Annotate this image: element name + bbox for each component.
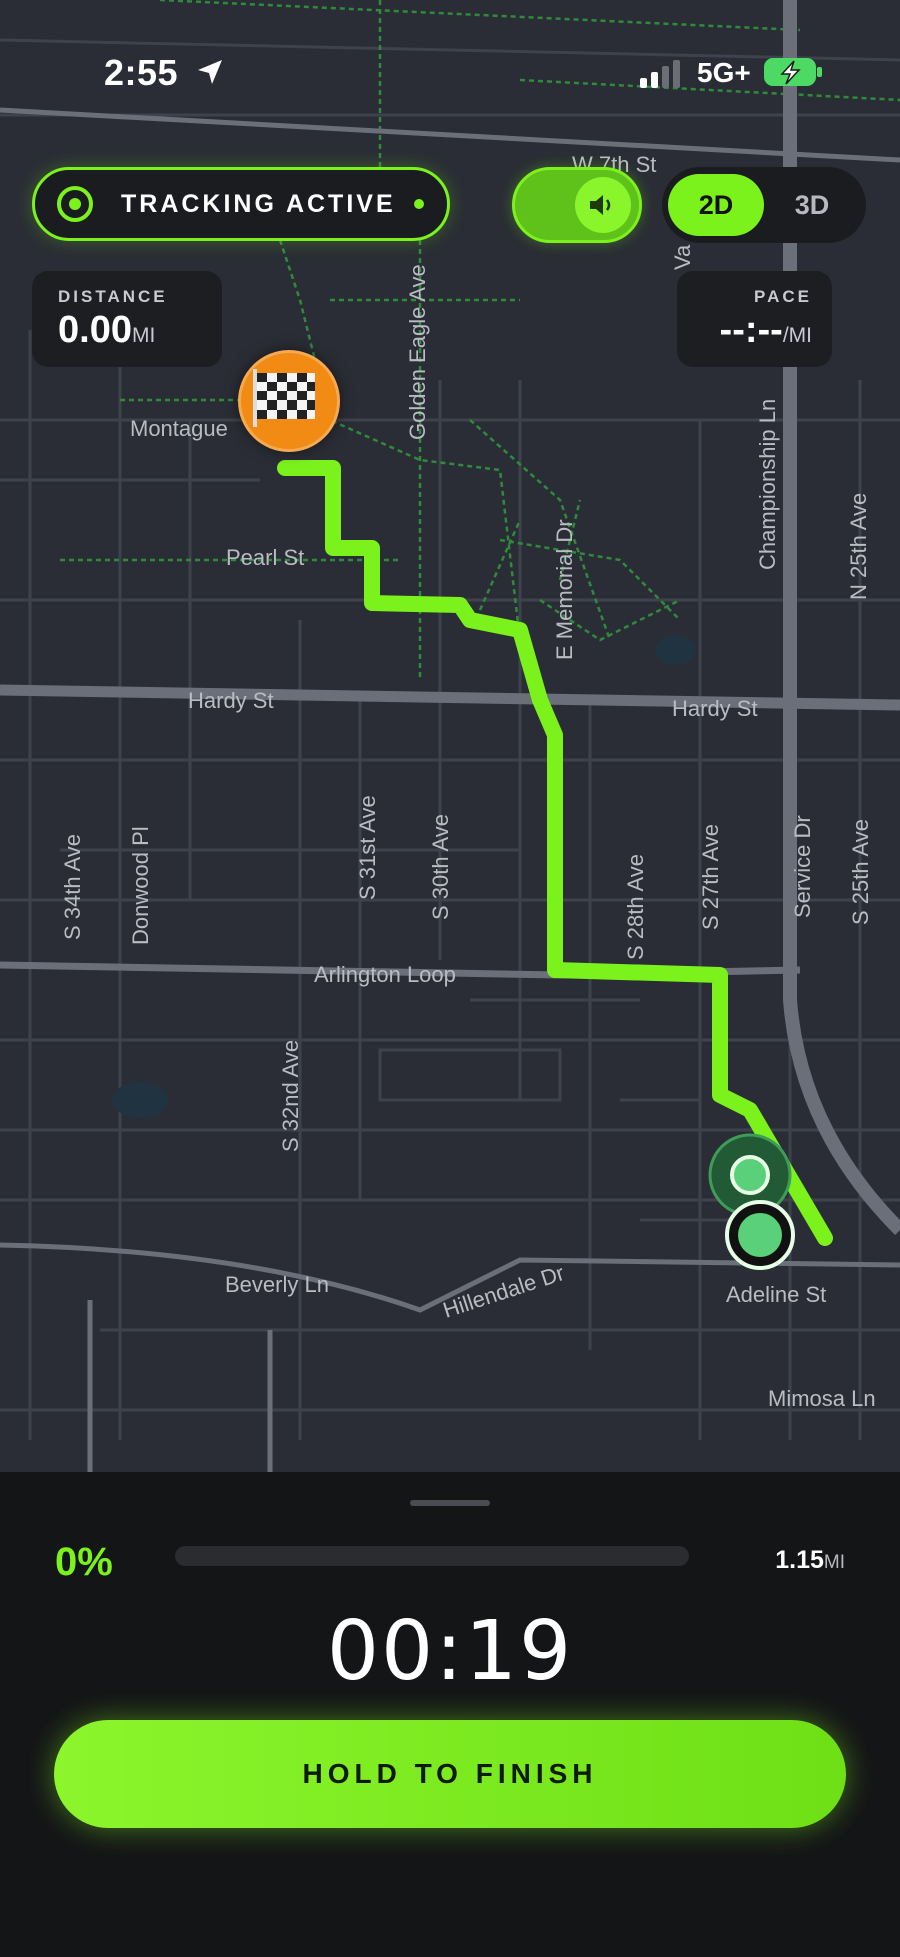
map-label: Va: [670, 244, 695, 270]
map-label: S 30th Ave: [428, 814, 453, 920]
map-label: Adeline St: [726, 1282, 826, 1307]
bottom-sheet: 0% 1.15MI 00:19 HOLD TO FINISH: [0, 1472, 900, 1957]
map-label: S 34th Ave: [60, 834, 85, 940]
sound-toggle-knob: [575, 177, 631, 233]
sheet-grabber[interactable]: [410, 1500, 490, 1506]
status-time: 2:55: [104, 52, 179, 93]
battery-charging-icon: [764, 58, 822, 86]
total-distance-unit: MI: [823, 1552, 845, 1573]
tracking-status-pill[interactable]: TRACKING ACTIVE: [32, 167, 450, 241]
map-label: S 32nd Ave: [278, 1040, 303, 1152]
distance-value: 0.00: [58, 309, 132, 351]
map-label: Mimosa Ln: [768, 1386, 876, 1411]
map-label: Service Dr: [790, 815, 815, 918]
total-distance: 1.15MI: [775, 1546, 845, 1575]
tracking-indicator-icon: [57, 186, 93, 222]
map-label: Golden Eagle Ave: [405, 264, 430, 440]
elapsed-timer: 00:19: [326, 1604, 574, 1699]
map-label: Beverly Ln: [225, 1272, 329, 1297]
map-label: Donwood Pl: [128, 826, 153, 945]
distance-caption: DISTANCE: [58, 287, 168, 306]
progress-percent: 0%: [55, 1540, 113, 1584]
map-label: Arlington Loop: [314, 962, 456, 987]
map-label: Championship Ln: [755, 399, 780, 570]
tracking-live-dot: [413, 199, 424, 209]
view-2d-button[interactable]: 2D: [668, 174, 764, 236]
finish-flag-marker[interactable]: [238, 350, 340, 452]
map-label: E Memorial Dr: [552, 519, 577, 660]
view-3d-button[interactable]: 3D: [764, 174, 860, 236]
map-label: N 25th Ave: [846, 493, 871, 600]
network-type: 5G+: [697, 57, 751, 88]
distance-card: DISTANCE 0.00MI: [32, 271, 222, 367]
location-arrow-icon: [198, 60, 222, 84]
signal-icon: [640, 60, 680, 88]
sound-toggle[interactable]: [512, 167, 642, 243]
pace-value: --:--: [719, 309, 783, 351]
distance-unit: MI: [131, 324, 156, 347]
checkered-flag-icon: [253, 369, 315, 427]
map-label: S 31st Ave: [355, 795, 380, 900]
pace-unit: /MI: [782, 324, 812, 347]
status-bar: 2:55 5G+: [0, 0, 900, 150]
map-label: Hardy St: [672, 696, 758, 721]
progress-bar: [175, 1546, 689, 1566]
map-label: Hardy St: [188, 688, 274, 713]
hold-to-finish-button[interactable]: HOLD TO FINISH: [54, 1720, 846, 1828]
map-label: S 27th Ave: [698, 824, 723, 930]
pace-caption: PACE: [754, 287, 812, 306]
tracking-label: TRACKING ACTIVE: [121, 189, 396, 218]
total-distance-value: 1.15: [775, 1546, 824, 1574]
map-label: Pearl St: [226, 545, 304, 570]
pace-card: PACE --:--/MI: [677, 271, 832, 367]
map-label: S 25th Ave: [848, 819, 873, 925]
map-view-toggle: 2D 3D: [662, 167, 866, 243]
map-label: S 28th Ave: [623, 854, 648, 960]
speaker-icon: [590, 195, 611, 215]
map-label: Montague: [130, 416, 228, 441]
